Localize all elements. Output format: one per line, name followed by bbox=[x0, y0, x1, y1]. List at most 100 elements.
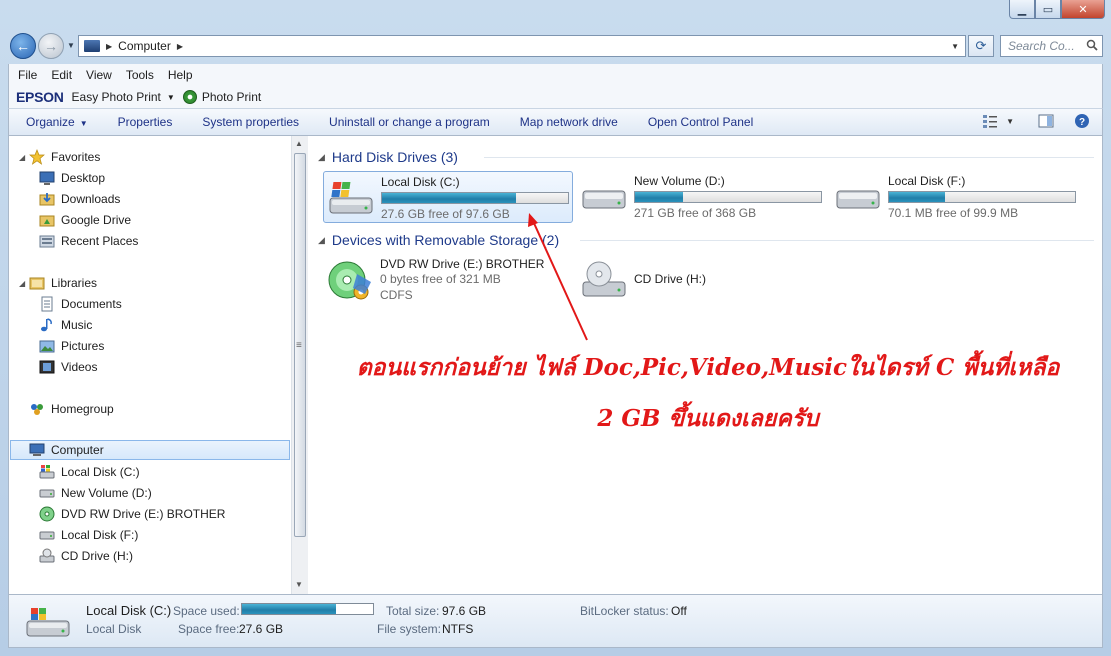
drive-tile-h[interactable]: CD Drive (H:) bbox=[577, 254, 827, 306]
forward-button[interactable]: → bbox=[38, 33, 64, 59]
nav-local-disk-f-label: Local Disk (F:) bbox=[61, 528, 139, 542]
bitlocker-label: BitLocker status: bbox=[580, 604, 669, 618]
menu-help[interactable]: Help bbox=[168, 68, 193, 82]
nav-documents-label: Documents bbox=[61, 297, 122, 311]
nav-libraries[interactable]: Libraries bbox=[29, 273, 97, 293]
star-icon bbox=[29, 149, 45, 165]
nav-dvd-drive-e[interactable]: DVD RW Drive (E:) BROTHER bbox=[39, 504, 225, 524]
videos-icon bbox=[39, 360, 55, 374]
drive-tile-f[interactable]: Local Disk (F:) 70.1 MB free of 99.9 MB bbox=[831, 171, 1081, 223]
nav-downloads[interactable]: Downloads bbox=[39, 189, 120, 209]
drive-c-name: Local Disk (C:) bbox=[381, 175, 460, 189]
back-button[interactable]: ← bbox=[10, 33, 36, 59]
minimize-button[interactable]: ▁ bbox=[1009, 0, 1035, 19]
open-control-panel-button[interactable]: Open Control Panel bbox=[648, 115, 753, 129]
drive-tile-d[interactable]: New Volume (D:) 271 GB free of 368 GB bbox=[577, 171, 827, 223]
nav-pictures-label: Pictures bbox=[61, 339, 105, 353]
drive-h-name: CD Drive (H:) bbox=[634, 272, 706, 286]
nav-recent-places[interactable]: Recent Places bbox=[39, 231, 138, 251]
nav-new-volume-d[interactable]: New Volume (D:) bbox=[39, 483, 152, 503]
breadcrumb-computer[interactable]: Computer bbox=[118, 39, 171, 53]
google-drive-folder-icon bbox=[39, 215, 55, 227]
organize-button[interactable]: Organize ▼ bbox=[26, 115, 88, 129]
help-icon[interactable]: ? bbox=[1074, 113, 1090, 129]
nav-music[interactable]: Music bbox=[39, 315, 92, 335]
maximize-icon: ▭ bbox=[1042, 3, 1054, 16]
nav-pictures[interactable]: Pictures bbox=[39, 336, 104, 356]
nav-videos[interactable]: Videos bbox=[39, 357, 97, 377]
breadcrumb-arrow-icon[interactable]: ▶ bbox=[106, 42, 112, 51]
drive-c-free-space: 27.6 GB free of 97.6 GB bbox=[381, 207, 510, 221]
navigation-row: ← → ▼ ▶ Computer ▶ ▼ ⟳ Search Co... bbox=[0, 30, 1111, 62]
address-bar[interactable]: ▶ Computer ▶ ▼ bbox=[78, 35, 966, 57]
nav-desktop[interactable]: Desktop bbox=[39, 168, 105, 188]
menu-edit[interactable]: Edit bbox=[51, 68, 72, 82]
preview-pane-icon[interactable] bbox=[1038, 113, 1054, 129]
uninstall-program-button[interactable]: Uninstall or change a program bbox=[329, 115, 490, 129]
total-size-label: Total size: bbox=[386, 604, 440, 618]
view-controls: ▼ ? bbox=[968, 113, 1090, 129]
menu-file[interactable]: File bbox=[18, 68, 37, 82]
nav-google-drive[interactable]: Google Drive bbox=[39, 210, 131, 230]
nav-recent-places-label: Recent Places bbox=[61, 234, 139, 248]
address-dropdown[interactable]: ▼ bbox=[951, 42, 959, 51]
easy-photo-print-button[interactable]: Easy Photo Print bbox=[72, 90, 161, 104]
space-free-label: Space free: bbox=[178, 622, 240, 636]
nav-new-volume-d-label: New Volume (D:) bbox=[61, 486, 152, 500]
group-header-hard-disk[interactable]: ◢ Hard Disk Drives (3) bbox=[308, 147, 458, 167]
drive-d-usage-bar bbox=[634, 191, 822, 203]
recent-pages-dropdown[interactable]: ▼ bbox=[67, 41, 75, 50]
map-network-drive-button[interactable]: Map network drive bbox=[520, 115, 618, 129]
view-dropdown-icon[interactable]: ▼ bbox=[1006, 117, 1014, 126]
collapse-arrow-icon: ◢ bbox=[318, 234, 325, 245]
refresh-icon: ⟳ bbox=[975, 38, 987, 53]
hard-drive-icon bbox=[836, 190, 880, 209]
arrow-left-icon: ← bbox=[16, 38, 30, 54]
menu-tools[interactable]: Tools bbox=[126, 68, 154, 82]
maximize-button[interactable]: ▭ bbox=[1035, 0, 1061, 19]
refresh-button[interactable]: ⟳ bbox=[968, 35, 994, 57]
breadcrumb-arrow-icon[interactable]: ▶ bbox=[177, 42, 183, 51]
system-properties-button[interactable]: System properties bbox=[202, 115, 299, 129]
title-bar: ▁ ▭ ✕ bbox=[0, 0, 1111, 26]
group-header-removable[interactable]: ◢ Devices with Removable Storage (2) bbox=[308, 230, 559, 250]
organize-label: Organize bbox=[26, 115, 75, 129]
nav-local-disk-c[interactable]: Local Disk (C:) bbox=[39, 462, 140, 482]
photo-print-button[interactable]: Photo Print bbox=[202, 90, 261, 104]
drive-c-usage-bar bbox=[381, 192, 569, 204]
file-system-value: NTFS bbox=[442, 622, 474, 636]
minimize-icon: ▁ bbox=[1017, 3, 1027, 16]
drive-tile-c[interactable]: Local Disk (C:) 27.6 GB free of 97.6 GB bbox=[323, 171, 573, 223]
easy-photo-print-dropdown[interactable]: ▼ bbox=[167, 93, 175, 102]
scroll-down-icon[interactable]: ▼ bbox=[295, 580, 303, 589]
nav-local-disk-f[interactable]: Local Disk (F:) bbox=[39, 525, 138, 545]
menu-view[interactable]: View bbox=[86, 68, 112, 82]
scroll-up-icon[interactable]: ▲ bbox=[295, 139, 303, 148]
window-controls: ▁ ▭ ✕ bbox=[1009, 0, 1105, 19]
nav-computer-label: Computer bbox=[51, 443, 104, 457]
properties-button[interactable]: Properties bbox=[118, 115, 173, 129]
collapse-arrow-icon[interactable]: ◢ bbox=[19, 153, 25, 162]
documents-icon bbox=[41, 296, 53, 312]
content-pane: ◢ Hard Disk Drives (3) Local Disk (C:) 2… bbox=[308, 136, 1104, 594]
drive-e-filesystem: CDFS bbox=[380, 288, 413, 302]
svg-text:?: ? bbox=[1079, 117, 1085, 128]
close-button[interactable]: ✕ bbox=[1061, 0, 1105, 19]
file-system-label: File system: bbox=[377, 622, 442, 636]
hard-drive-icon bbox=[39, 489, 55, 498]
change-view-icon[interactable] bbox=[982, 113, 998, 129]
nav-favorites[interactable]: Favorites bbox=[29, 147, 100, 167]
navigation-scrollbar[interactable]: ▲ ≡ ▼ bbox=[291, 136, 308, 594]
collapse-arrow-icon[interactable]: ◢ bbox=[19, 279, 25, 288]
nav-computer[interactable]: Computer bbox=[10, 440, 290, 460]
drive-tile-e[interactable]: DVD RW Drive (E:) BROTHER 0 bytes free o… bbox=[323, 254, 573, 306]
libraries-icon bbox=[29, 277, 45, 290]
search-input[interactable]: Search Co... bbox=[1000, 35, 1103, 57]
nav-homegroup[interactable]: Homegroup bbox=[29, 399, 114, 419]
nav-cd-drive-h[interactable]: CD Drive (H:) bbox=[39, 546, 133, 566]
navigation-pane: ◢ Favorites Desktop Downloads Google Dri… bbox=[9, 136, 291, 594]
drive-d-usage-fill bbox=[635, 192, 684, 202]
nav-documents[interactable]: Documents bbox=[39, 294, 122, 314]
annotation-text-line-1: ตอนแรกก่อนย้าย ไฟล์ Doc,Pic,Video,Musicใ… bbox=[356, 354, 1060, 381]
desktop-icon bbox=[39, 171, 55, 185]
